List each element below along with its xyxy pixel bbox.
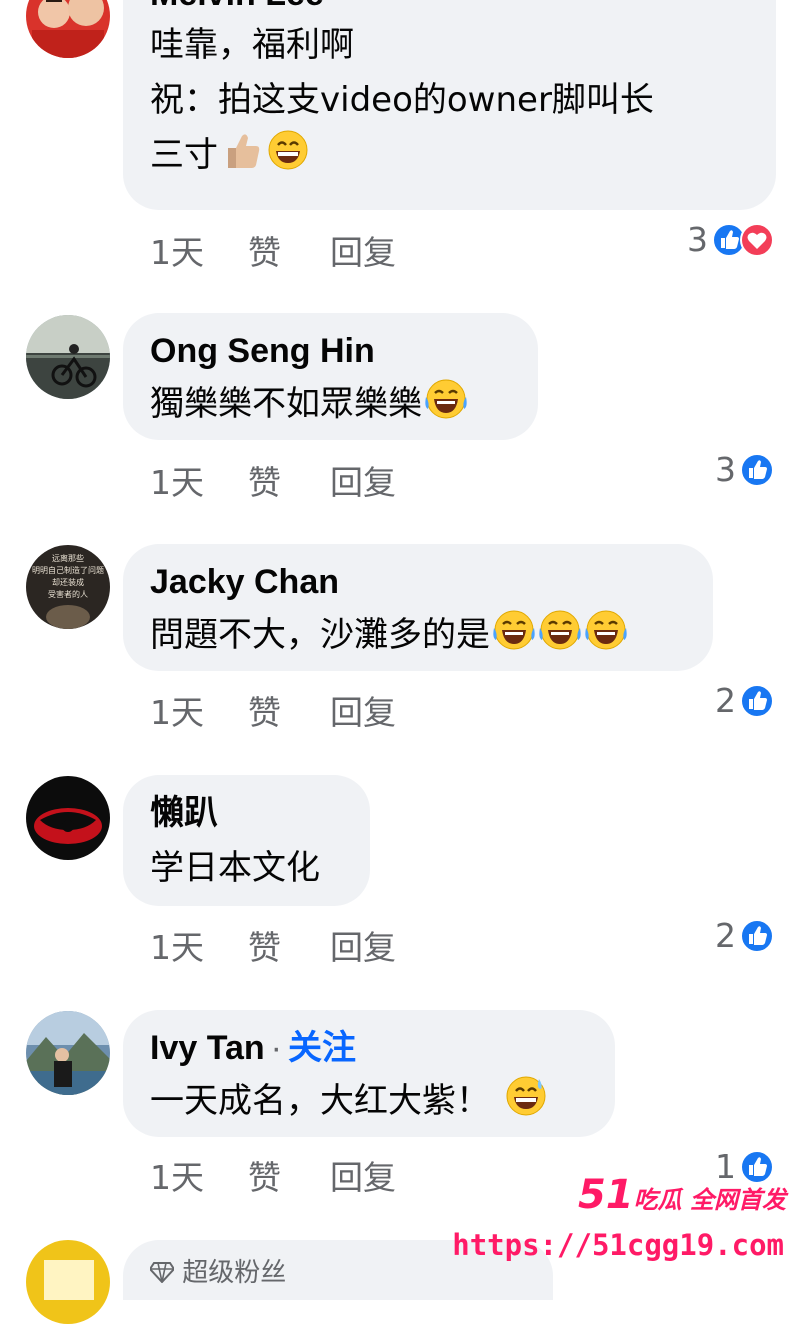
follow-button[interactable]: 关注 — [288, 1029, 356, 1067]
comment-bubble: Jacky Chan 問題不大，沙灘多的是 — [123, 544, 713, 671]
like-icon — [740, 684, 774, 718]
reply-button[interactable]: 回复 — [330, 456, 396, 504]
thumbs-up-emoji-icon — [220, 128, 264, 172]
avatar-image — [26, 1011, 110, 1095]
avatar-image: 远离那些 明明自己制造了问题 却还装成 受害者的人 — [26, 545, 110, 629]
avatar[interactable] — [26, 776, 110, 860]
comment-text: 問題不大，沙灘多的是 — [150, 608, 685, 663]
comment-time: 1天 — [150, 233, 204, 272]
comment-time: 1天 — [150, 693, 204, 732]
reply-button[interactable]: 回复 — [330, 1151, 396, 1199]
separator-dot: · — [270, 1029, 282, 1067]
commenter-name[interactable]: Melvin Lee — [150, 0, 748, 14]
commenter-name-text[interactable]: Ivy Tan — [150, 1029, 265, 1067]
avatar-caption: 远离那些 — [52, 553, 84, 563]
avatar-image — [26, 315, 110, 399]
comment-time: 1天 — [150, 463, 204, 502]
reply-button[interactable]: 回复 — [330, 921, 396, 969]
like-button[interactable]: 赞 — [248, 226, 330, 274]
reply-button[interactable]: 回复 — [330, 226, 396, 274]
superfan-label-text: 超级粉丝 — [182, 1258, 287, 1288]
reaction-count: 2 — [715, 916, 736, 955]
watermark-url: https://51cgg19.com — [452, 1228, 784, 1262]
like-button[interactable]: 赞 — [248, 686, 330, 734]
avatar[interactable] — [26, 1011, 110, 1095]
like-button[interactable]: 赞 — [248, 456, 330, 504]
comment-actions: 1天 赞回复 — [150, 456, 396, 504]
reply-button[interactable]: 回复 — [330, 686, 396, 734]
comment-line-text: 一天成名，大红大紫！ — [150, 1081, 490, 1121]
like-button[interactable]: 赞 — [248, 1151, 330, 1199]
comment-actions: 1天 赞回复 — [150, 686, 396, 734]
laughing-tears-emoji-icon — [538, 608, 582, 652]
avatar-caption: 却还装成 — [52, 577, 84, 587]
avatar-caption: 明明自己制造了问题 — [32, 565, 104, 575]
grinning-emoji-icon — [266, 128, 310, 172]
watermark-brand: 51吃瓜 全网首发 — [578, 1172, 786, 1218]
comment-line: 祝：拍这支video的owner脚叫长 — [150, 80, 654, 120]
comment-time: 1天 — [150, 1158, 204, 1197]
commenter-name[interactable]: Ong Seng Hin — [150, 331, 510, 371]
comment-line: 哇靠，福利啊 — [150, 25, 354, 65]
comment-bubble: Melvin Lee 哇靠，福利啊 祝：拍这支video的owner脚叫长 三寸 — [123, 0, 776, 210]
love-icon — [740, 223, 774, 257]
comment-text: 哇靠，福利啊 祝：拍这支video的owner脚叫长 三寸 — [150, 18, 748, 183]
reaction-count: 3 — [715, 450, 736, 489]
laughing-tears-emoji-icon — [584, 608, 628, 652]
watermark-brand-number: 51 — [577, 1172, 634, 1218]
like-icon — [740, 453, 774, 487]
like-button[interactable]: 赞 — [248, 921, 330, 969]
comment-bubble: Ivy Tan · 关注 一天成名，大红大紫！ — [123, 1010, 615, 1137]
watermark: 51吃瓜 全网首发 https://51cgg19.com — [452, 1168, 792, 1278]
like-icon — [740, 919, 774, 953]
comment-line: 三寸 — [150, 128, 748, 183]
avatar-image — [26, 1240, 110, 1324]
comment-time: 1天 — [150, 928, 204, 967]
reaction-count: 3 — [687, 220, 708, 259]
avatar[interactable] — [26, 0, 110, 58]
reaction-summary[interactable]: 2 — [715, 681, 774, 720]
avatar-caption: 受害者的人 — [48, 589, 88, 599]
diamond-icon — [148, 1262, 176, 1284]
commenter-name: Ivy Tan · 关注 — [150, 1028, 587, 1068]
sweat-smile-emoji-icon — [504, 1074, 548, 1118]
comment-line-text: 問題不大，沙灘多的是 — [150, 615, 490, 655]
comment-text: 学日本文化 — [150, 848, 320, 888]
reaction-summary[interactable]: 3 — [687, 220, 774, 259]
comment-line-text: 三寸 — [150, 135, 218, 175]
commenter-name[interactable]: 懶趴 — [150, 793, 342, 833]
superfan-badge: 超级粉丝 — [148, 1252, 287, 1289]
comment-line-text: 獨樂樂不如眾樂樂 — [150, 384, 422, 424]
reaction-count: 2 — [715, 681, 736, 720]
commenter-name[interactable]: Jacky Chan — [150, 562, 685, 602]
reaction-summary[interactable]: 3 — [715, 450, 774, 489]
avatar[interactable]: 远离那些 明明自己制造了问题 却还装成 受害者的人 — [26, 545, 110, 629]
avatar-image — [26, 776, 110, 860]
comment-actions: 1天 赞回复 — [150, 226, 396, 274]
reaction-summary[interactable]: 2 — [715, 916, 774, 955]
avatar[interactable] — [26, 1240, 110, 1324]
comment-actions: 1天 赞回复 — [150, 1151, 396, 1199]
avatar[interactable] — [26, 315, 110, 399]
comment-text: 一天成名，大红大紫！ — [150, 1074, 587, 1129]
avatar-image — [26, 0, 110, 58]
comment-bubble: 懶趴 学日本文化 — [123, 775, 370, 906]
laughing-tears-emoji-icon — [424, 377, 468, 421]
watermark-brand-text: 吃瓜 全网首发 — [633, 1186, 786, 1214]
comment-text: 獨樂樂不如眾樂樂 — [150, 377, 510, 432]
comment-bubble: Ong Seng Hin 獨樂樂不如眾樂樂 — [123, 313, 538, 440]
laughing-tears-emoji-icon — [492, 608, 536, 652]
comment-actions: 1天 赞回复 — [150, 921, 396, 969]
